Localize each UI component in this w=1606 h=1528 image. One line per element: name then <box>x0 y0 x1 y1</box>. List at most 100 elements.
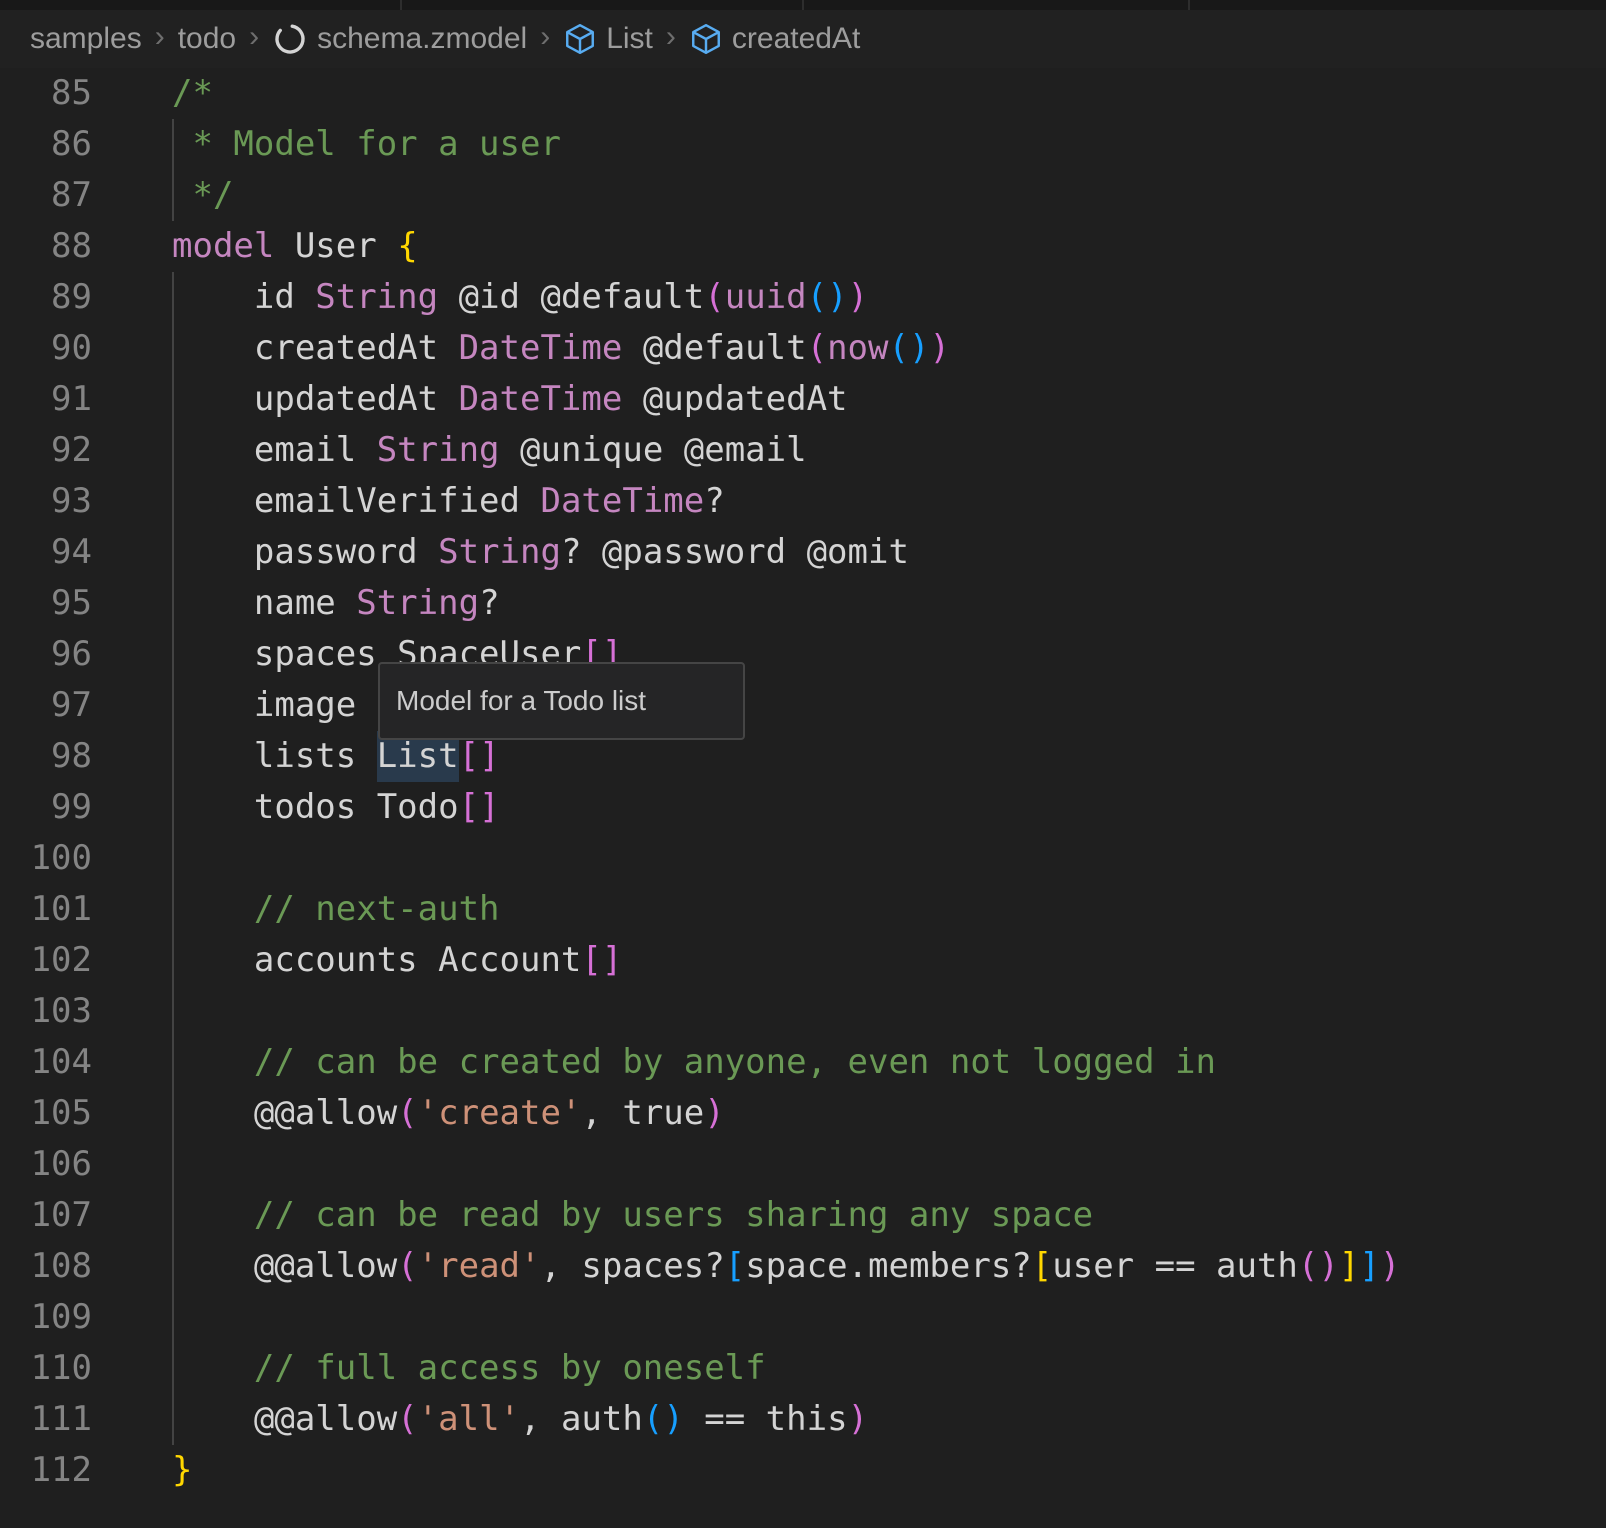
code-token: model <box>172 226 274 266</box>
code-line-content[interactable]: // next-auth <box>100 884 1606 935</box>
code-line-content[interactable]: * Model for a user <box>100 119 1606 170</box>
code-token: String <box>315 277 438 317</box>
breadcrumb-item-todo[interactable]: todo <box>178 22 236 56</box>
code-line-content[interactable] <box>100 833 1606 884</box>
line-number[interactable]: 107 <box>0 1190 100 1241</box>
tab-bar <box>0 0 1606 10</box>
line-number[interactable]: 103 <box>0 986 100 1037</box>
code-token: image <box>172 685 377 725</box>
code-line: 89 id String @id @default(uuid()) <box>0 272 1606 323</box>
code-line-content[interactable]: // can be read by users sharing any spac… <box>100 1190 1606 1241</box>
line-number[interactable]: 100 <box>0 833 100 884</box>
code-line: 108 @@allow('read', spaces?[space.member… <box>0 1241 1606 1292</box>
code-token: ( <box>807 328 827 368</box>
line-number[interactable]: 98 <box>0 731 100 782</box>
code-line: 101 // next-auth <box>0 884 1606 935</box>
code-line-content[interactable]: todos Todo[] <box>100 782 1606 833</box>
code-token: () <box>643 1399 684 1439</box>
code-token: // next-auth <box>172 889 500 929</box>
code-token: emailVerified <box>172 481 540 521</box>
line-number[interactable]: 108 <box>0 1241 100 1292</box>
code-line-content[interactable]: createdAt DateTime @default(now()) <box>100 323 1606 374</box>
line-number[interactable]: 89 <box>0 272 100 323</box>
code-line-content[interactable]: model User { <box>100 221 1606 272</box>
line-number[interactable]: 93 <box>0 476 100 527</box>
code-token: { <box>397 226 417 266</box>
code-token: @default <box>622 328 806 368</box>
code-token: updatedAt <box>172 379 459 419</box>
breadcrumb-item-schema-zmodel[interactable]: schema.zmodel <box>272 21 527 57</box>
hover-tooltip: Model for a Todo list <box>378 662 745 740</box>
line-number[interactable]: 99 <box>0 782 100 833</box>
code-token: ] <box>1339 1246 1359 1286</box>
line-number[interactable]: 102 <box>0 935 100 986</box>
code-token: ( <box>397 1399 417 1439</box>
code-token: , auth <box>520 1399 643 1439</box>
line-number[interactable]: 88 <box>0 221 100 272</box>
line-number[interactable]: 101 <box>0 884 100 935</box>
code-token: () <box>888 328 929 368</box>
code-line-content[interactable] <box>100 986 1606 1037</box>
code-line-content[interactable]: emailVerified DateTime? <box>100 476 1606 527</box>
code-line-content[interactable]: id String @id @default(uuid()) <box>100 272 1606 323</box>
line-number[interactable]: 96 <box>0 629 100 680</box>
line-number[interactable]: 97 <box>0 680 100 731</box>
line-number[interactable]: 95 <box>0 578 100 629</box>
line-number[interactable]: 112 <box>0 1445 100 1496</box>
line-number[interactable]: 109 <box>0 1292 100 1343</box>
line-number[interactable]: 91 <box>0 374 100 425</box>
code-token: [] <box>459 736 500 776</box>
code-line-content[interactable]: @@allow('create', true) <box>100 1088 1606 1139</box>
code-line-content[interactable]: /* <box>100 68 1606 119</box>
code-line-content[interactable]: } <box>100 1445 1606 1496</box>
code-token: 'all' <box>418 1399 520 1439</box>
breadcrumb-item-list[interactable]: List <box>563 22 653 56</box>
code-line-content[interactable]: name String? <box>100 578 1606 629</box>
code-token: ] <box>1359 1246 1379 1286</box>
code-line: 97 image String? <box>0 680 1606 731</box>
line-number[interactable]: 105 <box>0 1088 100 1139</box>
line-number[interactable]: 106 <box>0 1139 100 1190</box>
code-line-content[interactable]: updatedAt DateTime @updatedAt <box>100 374 1606 425</box>
code-token: () <box>1298 1246 1339 1286</box>
code-token: @updatedAt <box>622 379 847 419</box>
code-line: 93 emailVerified DateTime? <box>0 476 1606 527</box>
code-line-content[interactable]: email String @unique @email <box>100 425 1606 476</box>
code-token: // can be read by users sharing any spac… <box>172 1195 1093 1235</box>
code-line-content[interactable]: // can be created by anyone, even not lo… <box>100 1037 1606 1088</box>
breadcrumb-separator: › <box>666 20 676 54</box>
code-line-content[interactable]: @@allow('read', spaces?[space.members?[u… <box>100 1241 1606 1292</box>
code-line-content[interactable] <box>100 1139 1606 1190</box>
code-line: 90 createdAt DateTime @default(now()) <box>0 323 1606 374</box>
code-token: name <box>172 583 356 623</box>
code-line-content[interactable]: image String? <box>100 680 1606 731</box>
code-line-content[interactable] <box>100 1292 1606 1343</box>
code-line-content[interactable]: spaces SpaceUser[] <box>100 629 1606 680</box>
code-line-content[interactable]: // full access by oneself <box>100 1343 1606 1394</box>
code-line-content[interactable]: */ <box>100 170 1606 221</box>
line-number[interactable]: 85 <box>0 68 100 119</box>
code-token: ? @password @omit <box>561 532 909 572</box>
line-number[interactable]: 87 <box>0 170 100 221</box>
line-number[interactable]: 92 <box>0 425 100 476</box>
line-number[interactable]: 90 <box>0 323 100 374</box>
code-token: [ <box>1032 1246 1052 1286</box>
code-line-content[interactable]: password String? @password @omit <box>100 527 1606 578</box>
line-number[interactable]: 94 <box>0 527 100 578</box>
code-line-content[interactable]: @@allow('all', auth() == this) <box>100 1394 1606 1445</box>
breadcrumb-item-samples[interactable]: samples <box>30 22 142 56</box>
breadcrumb-item-label: createdAt <box>732 22 860 56</box>
line-number[interactable]: 104 <box>0 1037 100 1088</box>
line-number[interactable]: 110 <box>0 1343 100 1394</box>
code-line-content[interactable]: lists List[] <box>100 731 1606 782</box>
code-token: == this <box>684 1399 848 1439</box>
loading-icon <box>272 21 308 57</box>
code-line-content[interactable]: accounts Account[] <box>100 935 1606 986</box>
code-line: 94 password String? @password @omit <box>0 527 1606 578</box>
line-number[interactable]: 111 <box>0 1394 100 1445</box>
code-line: 109 <box>0 1292 1606 1343</box>
line-number[interactable]: 86 <box>0 119 100 170</box>
code-line: 85/* <box>0 68 1606 119</box>
breadcrumb-item-createdat[interactable]: createdAt <box>689 22 860 56</box>
code-line: 96 spaces SpaceUser[] <box>0 629 1606 680</box>
